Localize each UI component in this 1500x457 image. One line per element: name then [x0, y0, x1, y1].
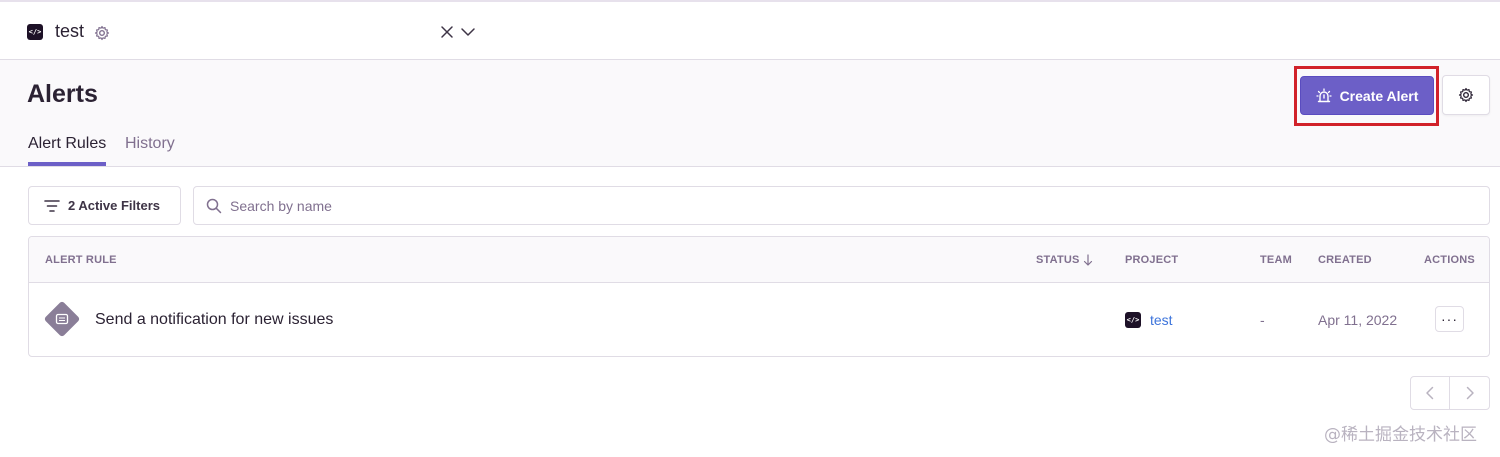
siren-icon — [1315, 87, 1332, 102]
create-alert-button[interactable]: Create Alert — [1300, 76, 1434, 115]
column-header-status[interactable]: STATUS — [1036, 254, 1093, 266]
gear-icon[interactable] — [94, 25, 110, 41]
filter-icon — [44, 199, 60, 212]
project-link[interactable]: test — [1150, 312, 1173, 328]
column-header-actions: ACTIONS — [1424, 254, 1475, 266]
search-icon — [206, 198, 222, 213]
pagination — [1410, 376, 1490, 410]
watermark: @稀土掘金技术社区 — [1324, 425, 1477, 445]
tab-alert-rules[interactable]: Alert Rules — [28, 135, 107, 166]
chevron-left-icon — [1426, 386, 1434, 400]
issue-icon — [55, 313, 69, 325]
active-filters-button[interactable]: 2 Active Filters — [28, 186, 181, 225]
active-filters-label: 2 Active Filters — [68, 198, 161, 213]
page-title: Alerts — [27, 80, 98, 108]
column-header-project: PROJECT — [1125, 254, 1179, 266]
project-selector-bar[interactable]: </> test — [0, 0, 1500, 60]
arrow-down-icon — [1083, 254, 1092, 266]
column-header-team: TEAM — [1260, 254, 1292, 266]
project-platform-icon: </> — [1125, 312, 1141, 328]
table-header: ALERT RULE STATUS PROJECT TEAM CREATED A… — [29, 237, 1489, 283]
table-row: Send a notification for new issues </> t… — [29, 283, 1489, 356]
column-header-status-label: STATUS — [1036, 254, 1080, 266]
settings-button[interactable] — [1442, 75, 1490, 115]
project-platform-icon: </> — [27, 24, 43, 40]
alert-rules-table: ALERT RULE STATUS PROJECT TEAM CREATED A… — [28, 236, 1490, 357]
column-header-alert-rule: ALERT RULE — [45, 254, 117, 266]
project-name[interactable]: test — [55, 21, 84, 42]
search-input[interactable] — [230, 197, 1430, 214]
team-value: - — [1260, 312, 1265, 328]
row-actions-button[interactable]: ··· — [1435, 306, 1464, 332]
page-header: Alerts Alert Rules History Create Alert — [0, 60, 1500, 167]
column-header-created: CREATED — [1318, 254, 1372, 266]
chevron-down-icon[interactable] — [460, 26, 476, 38]
next-page-button[interactable] — [1450, 377, 1489, 409]
created-date: Apr 11, 2022 — [1318, 312, 1398, 328]
close-icon[interactable] — [440, 25, 454, 39]
alert-rule-name[interactable]: Send a notification for new issues — [95, 311, 333, 329]
previous-page-button[interactable] — [1411, 377, 1451, 409]
gear-icon — [1458, 87, 1474, 103]
tab-history[interactable]: History — [125, 135, 175, 162]
create-alert-label: Create Alert — [1339, 87, 1419, 104]
search-bar[interactable] — [193, 186, 1490, 225]
chevron-right-icon — [1466, 386, 1474, 400]
